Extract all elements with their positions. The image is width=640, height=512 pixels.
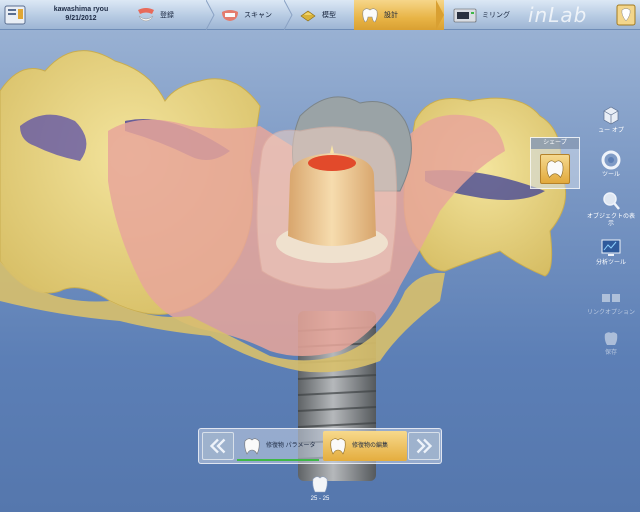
scan-jaw-icon xyxy=(138,8,154,22)
shape-tool-button[interactable] xyxy=(540,154,570,184)
step-model[interactable]: 模型 xyxy=(292,0,354,30)
tooth-edit-icon xyxy=(330,438,346,455)
step-label: 設計 xyxy=(384,12,398,19)
user-info: kawashima ryou 9/21/2012 xyxy=(36,5,126,23)
link-cubes-icon xyxy=(602,294,620,302)
step-divider xyxy=(436,0,444,30)
analysis-tools-button[interactable]: 分析ツール xyxy=(586,238,636,267)
tool-label: オブジェクトの表示 xyxy=(586,214,635,227)
app-menu-icon[interactable] xyxy=(4,4,26,26)
design-tooth-icon xyxy=(362,8,378,23)
session-date: 9/21/2012 xyxy=(65,15,97,22)
tools-ring-icon xyxy=(601,150,621,170)
help-icon[interactable] xyxy=(616,4,636,26)
cube-icon xyxy=(603,106,619,125)
link-options-button[interactable]: リンクオプション xyxy=(586,290,636,317)
step-label: スキャン xyxy=(244,12,272,19)
workflow-bar: 修復物 パラメータ 修復物の編集 xyxy=(198,428,442,464)
save-tooth-icon xyxy=(604,332,618,345)
3d-viewport[interactable] xyxy=(0,31,640,481)
tool-label: ュー オプ xyxy=(598,128,624,134)
workflow-step-label: 修復物 パラメータ xyxy=(266,443,316,449)
workflow-step-label: 修復物の編集 xyxy=(352,443,389,449)
tool-label: ツール xyxy=(601,172,620,178)
step-scan[interactable]: スキャン xyxy=(214,0,292,30)
user-name: kawashima ryou xyxy=(53,6,109,13)
object-options-button[interactable]: ュー オプ xyxy=(586,106,636,135)
workflow-step-restoration-parameters[interactable]: 修復物 パラメータ xyxy=(237,431,321,461)
tooth-parameters-icon xyxy=(244,438,260,455)
app-logo: inLab xyxy=(528,3,588,27)
step-design[interactable]: 設計 xyxy=(354,0,444,30)
step-progress-bar xyxy=(237,459,319,461)
step-register[interactable]: 登録 xyxy=(130,0,214,30)
step-label: 登録 xyxy=(160,12,174,19)
object-display-button[interactable]: オブジェクトの表示 xyxy=(586,190,636,228)
monitor-icon xyxy=(601,239,621,256)
shape-popup-title: シェープ xyxy=(531,138,579,149)
step-label: 模型 xyxy=(322,12,336,19)
top-toolbar: kawashima ryou 9/21/2012 登録 スキャン 模型 設計 ミ… xyxy=(0,0,640,30)
tooth-position-icon xyxy=(312,476,328,493)
scan-teeth-icon xyxy=(222,10,238,21)
step-label: ミリング xyxy=(482,12,510,19)
save-button[interactable]: 保存 xyxy=(586,330,636,357)
shape-popup: シェープ xyxy=(530,137,580,189)
double-chevron-right-icon xyxy=(416,438,433,454)
tool-label: 保存 xyxy=(604,350,617,356)
step-milling[interactable]: ミリング xyxy=(446,0,524,30)
tool-label: 分析ツール xyxy=(595,260,626,266)
magnifier-icon xyxy=(603,192,620,210)
tooth-shape-icon xyxy=(546,160,564,178)
next-step-button[interactable] xyxy=(408,432,440,460)
model-icon xyxy=(300,10,316,22)
workflow-step-edit-restoration[interactable]: 修復物の編集 xyxy=(323,431,407,461)
tools-button[interactable]: ツール xyxy=(586,150,636,179)
previous-step-button[interactable] xyxy=(202,432,234,460)
tooth-counter: 25 - 25 xyxy=(310,496,330,502)
double-chevron-left-icon xyxy=(209,438,226,454)
milling-machine-icon xyxy=(453,8,477,23)
tool-label: リンクオプション xyxy=(586,310,635,316)
